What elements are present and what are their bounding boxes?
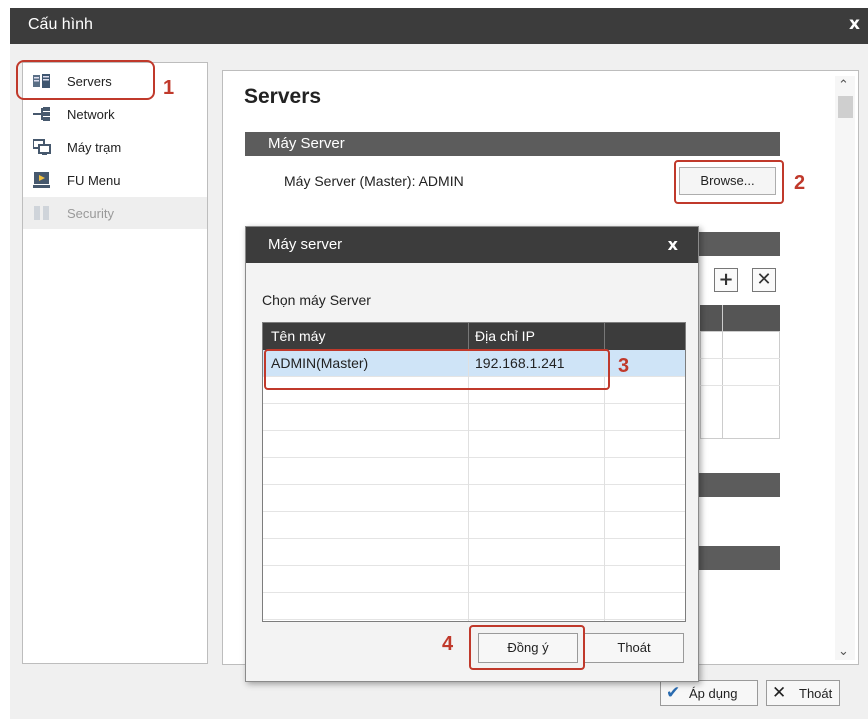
table-row[interactable] <box>263 593 685 620</box>
table-row[interactable] <box>263 485 685 512</box>
cancel-button[interactable]: Thoát <box>584 633 684 663</box>
column-header-ip[interactable]: Địa chỉ IP <box>475 328 535 344</box>
annotation-box-ok <box>469 625 585 670</box>
table-row[interactable] <box>263 539 685 566</box>
server-picker-dialog: Máy server x Chọn máy Server Tên máy Địa… <box>245 226 699 682</box>
sidebar-item-label: Máy trạm <box>67 140 122 155</box>
annotation-number: 2 <box>794 172 806 194</box>
master-server-label: Máy Server (Master): ADMIN <box>284 173 464 189</box>
dialog-title-bar: Máy server x <box>246 227 698 263</box>
annotation-box-row <box>264 349 610 390</box>
checkmark-icon: ✔ <box>666 683 681 702</box>
security-icon <box>34 206 49 220</box>
background-grid-divider <box>722 305 723 439</box>
grid-column-line <box>604 350 605 621</box>
grid-column-line <box>468 350 469 621</box>
column-divider[interactable] <box>468 323 469 350</box>
window-title-bar: Cấu hình x <box>10 8 868 44</box>
scroll-thumb[interactable] <box>838 96 853 118</box>
scrollbar[interactable] <box>835 76 855 660</box>
add-icon[interactable]: + <box>714 268 738 292</box>
window-title: Cấu hình <box>28 16 93 33</box>
background-grid-line <box>700 358 780 359</box>
sidebar-item-label: Security <box>67 206 114 221</box>
exit-label: Thoát <box>799 686 833 701</box>
background-grid-header <box>700 305 780 331</box>
annotation-box-servers <box>16 60 155 100</box>
grid-header: Tên máy Địa chỉ IP <box>263 323 685 350</box>
sidebar-item-network[interactable]: Network <box>23 98 207 130</box>
close-icon: ✕ <box>772 683 787 702</box>
column-divider[interactable] <box>604 323 605 350</box>
sidebar: Servers Network Máy trạm FU Menu Securit… <box>22 62 208 664</box>
apply-button[interactable]: ✔ Áp dụng <box>660 680 758 706</box>
network-icon <box>33 107 50 121</box>
scroll-down-icon[interactable]: ⌄ <box>838 644 849 659</box>
dialog-title: Máy server <box>268 236 343 253</box>
dialog-prompt: Chọn máy Server <box>262 292 371 308</box>
sidebar-item-fu-menu[interactable]: FU Menu <box>23 164 207 196</box>
apply-label: Áp dụng <box>689 686 738 701</box>
sidebar-item-label: FU Menu <box>67 173 121 188</box>
table-row[interactable] <box>263 512 685 539</box>
fu-menu-icon <box>33 172 50 188</box>
delete-icon[interactable]: ✕ <box>752 268 776 292</box>
page-title: Servers <box>244 85 322 108</box>
table-row[interactable] <box>263 431 685 458</box>
annotation-number: 1 <box>163 77 175 99</box>
table-row[interactable] <box>263 404 685 431</box>
exit-button[interactable]: ✕ Thoát <box>766 680 840 706</box>
section-header-label: Máy Server <box>268 135 345 152</box>
dialog-close-button[interactable]: x <box>668 235 678 254</box>
column-header-name[interactable]: Tên máy <box>271 328 325 344</box>
sidebar-item-security[interactable]: Security <box>23 197 207 229</box>
section-header-server: Máy Server <box>245 132 780 156</box>
annotation-number: 3 <box>618 355 630 377</box>
sidebar-item-label: Network <box>67 107 115 122</box>
scroll-up-icon[interactable]: ⌃ <box>838 78 849 93</box>
table-row[interactable] <box>263 566 685 593</box>
workstation-icon <box>33 139 51 155</box>
window-close-button[interactable]: x <box>849 14 860 34</box>
sidebar-item-workstation[interactable]: Máy trạm <box>23 131 207 163</box>
annotation-number: 4 <box>442 633 454 655</box>
background-grid-line <box>700 385 780 386</box>
annotation-box-browse <box>674 160 784 204</box>
table-row[interactable] <box>263 458 685 485</box>
